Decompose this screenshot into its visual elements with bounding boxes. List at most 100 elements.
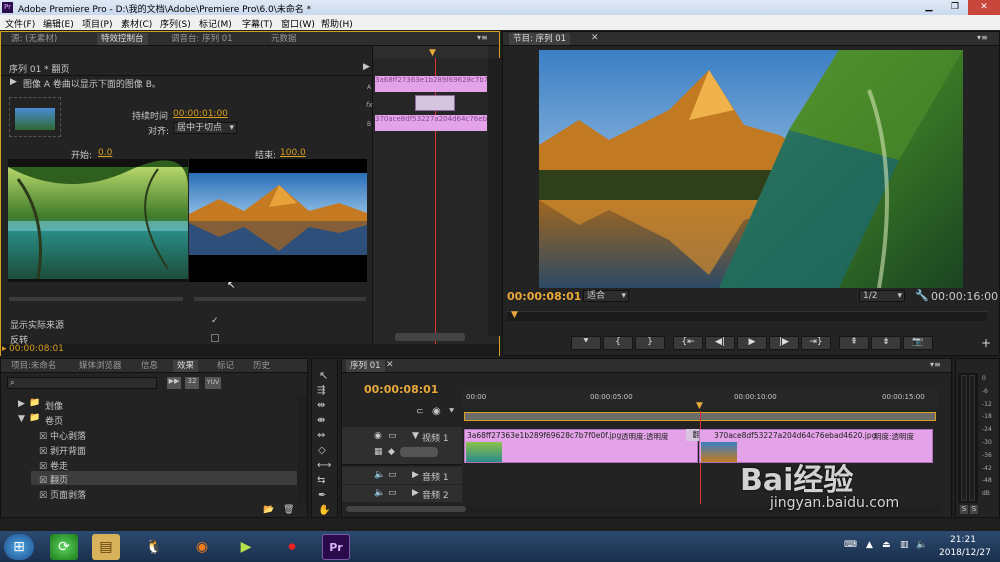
ripple-edit-tool-icon[interactable]: ⇹ xyxy=(317,400,325,411)
clock-date[interactable]: 2018/12/27 xyxy=(939,548,991,558)
marker-icon[interactable]: ⯆ xyxy=(448,407,455,417)
tray-arrow-icon[interactable]: ▲ xyxy=(866,540,873,550)
tab-audio-mixer[interactable]: 调音台: 序列 01 xyxy=(167,33,237,45)
display-style-icon[interactable]: ▦ xyxy=(374,447,383,457)
selection-tool-icon[interactable]: ↖ xyxy=(319,369,328,382)
reverse-checkbox[interactable] xyxy=(211,334,219,342)
menu-edit[interactable]: 编辑(E) xyxy=(43,17,74,30)
keyframe-nav-icon[interactable]: ◉ xyxy=(432,406,441,417)
effect-item[interactable]: ☒ 页面剥落 xyxy=(39,488,86,501)
effect-timecode[interactable]: 00:00:08:01 xyxy=(9,344,64,354)
program-time-ruler[interactable]: ▼ xyxy=(507,310,987,321)
start-slider[interactable] xyxy=(9,297,183,301)
sync-lock-icon[interactable]: ▭ xyxy=(388,470,397,480)
close-tab-icon[interactable]: ✕ xyxy=(591,33,599,43)
expand-arrow-icon[interactable]: ▶ xyxy=(412,488,419,498)
end-value[interactable]: 100.0 xyxy=(280,148,306,158)
effects-search-input[interactable]: ⌕ xyxy=(7,377,157,389)
rolling-edit-tool-icon[interactable]: ⇼ xyxy=(317,415,325,426)
clip-b-bar[interactable]: 370ace8df53227a204d64c76ebad4620.jpg xyxy=(375,115,487,131)
menu-sequence[interactable]: 序列(S) xyxy=(160,17,191,30)
clip-a-bar[interactable]: 3a68ff27363e1b289f69628c7b7f0e0f.jpg xyxy=(375,76,487,92)
track-keyframe-control[interactable] xyxy=(400,447,438,457)
minimize-button[interactable]: ▁ xyxy=(916,0,942,15)
speaker-icon[interactable]: 🔈 xyxy=(374,470,385,480)
menu-help[interactable]: 帮助(H) xyxy=(321,17,353,30)
mini-vertical-scrollbar[interactable] xyxy=(488,58,500,336)
menu-clip[interactable]: 素材(C) xyxy=(121,17,152,30)
tab-effects[interactable]: 效果 xyxy=(173,360,199,372)
eye-icon[interactable]: ◉ xyxy=(374,431,382,441)
program-playhead-icon[interactable]: ▼ xyxy=(511,310,518,320)
premiere-taskbar-icon[interactable]: Pr xyxy=(322,534,350,560)
firefox-icon[interactable]: ◉ xyxy=(188,534,216,560)
solo-right-button[interactable]: S xyxy=(970,505,978,514)
hand-tool-icon[interactable]: ✋ xyxy=(318,505,330,516)
clip2-fx[interactable]: 明度:透明度 xyxy=(874,431,914,442)
pen-tool-icon[interactable]: ✒ xyxy=(318,490,326,501)
lift-button[interactable]: ⇞ xyxy=(839,336,869,350)
volume-icon[interactable]: 🔈 xyxy=(916,540,927,550)
export-frame-button[interactable]: 📷 xyxy=(903,336,933,350)
program-viewer[interactable] xyxy=(539,50,963,288)
video-clip-1[interactable]: 3a68ff27363e1b289f69628c7b7f0e0f.jpg 透明度… xyxy=(464,429,698,463)
recorder-icon[interactable]: ⏺ xyxy=(278,534,306,560)
usb-icon[interactable]: ⏏ xyxy=(882,540,891,550)
slide-tool-icon[interactable]: ⇆ xyxy=(317,475,325,486)
slip-tool-icon[interactable]: ⟷ xyxy=(317,460,331,471)
tab-media-browser[interactable]: 媒体浏览器 xyxy=(75,360,126,372)
tab-project[interactable]: 项目:未命名 xyxy=(7,360,60,372)
new-bin-icon[interactable]: 📂 xyxy=(263,505,274,515)
360-browser-icon[interactable]: ⟳ xyxy=(50,534,78,560)
folder-wipe[interactable]: 划像 xyxy=(45,399,63,412)
menu-project[interactable]: 项目(P) xyxy=(82,17,112,30)
menu-title[interactable]: 字幕(T) xyxy=(242,17,273,30)
tab-program[interactable]: 节目: 序列 01 xyxy=(509,33,571,45)
step-forward-button[interactable]: |▶ xyxy=(769,336,799,350)
go-to-out-button[interactable]: ⇥} xyxy=(801,336,831,350)
folder-page-peel[interactable]: 卷页 xyxy=(45,414,63,427)
mini-horizontal-scrollbar[interactable] xyxy=(395,333,465,341)
tab-effect-controls[interactable]: 特效控制台 xyxy=(97,33,148,45)
panel-menu-icon[interactable]: ▾≡ xyxy=(477,33,488,42)
clip1-fx[interactable]: 透明度:透明度 xyxy=(621,431,669,442)
add-marker-button[interactable]: ⯆ xyxy=(571,336,601,350)
yuv-effects-badge[interactable]: YUV xyxy=(205,377,221,389)
clock-time[interactable]: 21:21 xyxy=(950,535,976,545)
rate-stretch-tool-icon[interactable]: ⇔ xyxy=(317,430,325,441)
expand-arrow-icon[interactable]: ▶ xyxy=(412,470,419,480)
solo-left-button[interactable]: S xyxy=(960,505,968,514)
show-source-checkbox[interactable]: ✓ xyxy=(211,316,219,326)
scrollbar-thumb[interactable] xyxy=(346,506,466,512)
32bit-effects-badge[interactable]: 32 xyxy=(185,377,199,389)
start-button-icon[interactable]: ⊞ xyxy=(4,534,34,560)
keyboard-icon[interactable]: ⌨ xyxy=(844,540,857,550)
track-select-tool-icon[interactable]: ⇶ xyxy=(317,385,325,396)
menu-window[interactable]: 窗口(W) xyxy=(281,17,315,30)
tab-history[interactable]: 历史 xyxy=(249,360,274,372)
menu-marker[interactable]: 标记(M) xyxy=(199,17,232,30)
step-back-button[interactable]: ◀| xyxy=(705,336,735,350)
tab-markers[interactable]: 标记 xyxy=(213,360,238,372)
maximize-button[interactable]: ❐ xyxy=(942,0,968,15)
timeline-playhead-icon[interactable]: ▼ xyxy=(696,401,703,411)
panel-menu-icon[interactable]: ▾≡ xyxy=(930,360,941,369)
camtasia-icon[interactable]: ▶ xyxy=(232,534,260,560)
expand-arrow-icon[interactable]: ▶ xyxy=(18,399,25,409)
keyframe-icon[interactable]: ◆ xyxy=(388,447,395,457)
speaker-icon[interactable]: 🔈 xyxy=(374,488,385,498)
resolution-dropdown[interactable]: 1/2 ▾ xyxy=(859,290,905,302)
sync-lock-icon[interactable]: ▭ xyxy=(388,431,397,441)
delete-icon[interactable]: 🗑 xyxy=(283,505,294,515)
play-button[interactable]: ▶ xyxy=(737,336,767,350)
file-explorer-icon[interactable]: ▤ xyxy=(92,534,120,560)
transition-bar[interactable] xyxy=(415,95,455,111)
effect-item-selected[interactable]: ☒ 翻页 xyxy=(39,473,68,486)
start-value[interactable]: 0.0 xyxy=(98,148,112,158)
sync-lock-icon[interactable]: ▭ xyxy=(388,488,397,498)
extract-button[interactable]: ⇟ xyxy=(871,336,901,350)
mark-in-button[interactable]: { xyxy=(603,336,633,350)
mark-out-button[interactable]: } xyxy=(635,336,665,350)
snap-icon[interactable]: ⊂ xyxy=(416,407,424,417)
timeline-timecode[interactable]: 00:00:08:01 xyxy=(364,383,438,396)
